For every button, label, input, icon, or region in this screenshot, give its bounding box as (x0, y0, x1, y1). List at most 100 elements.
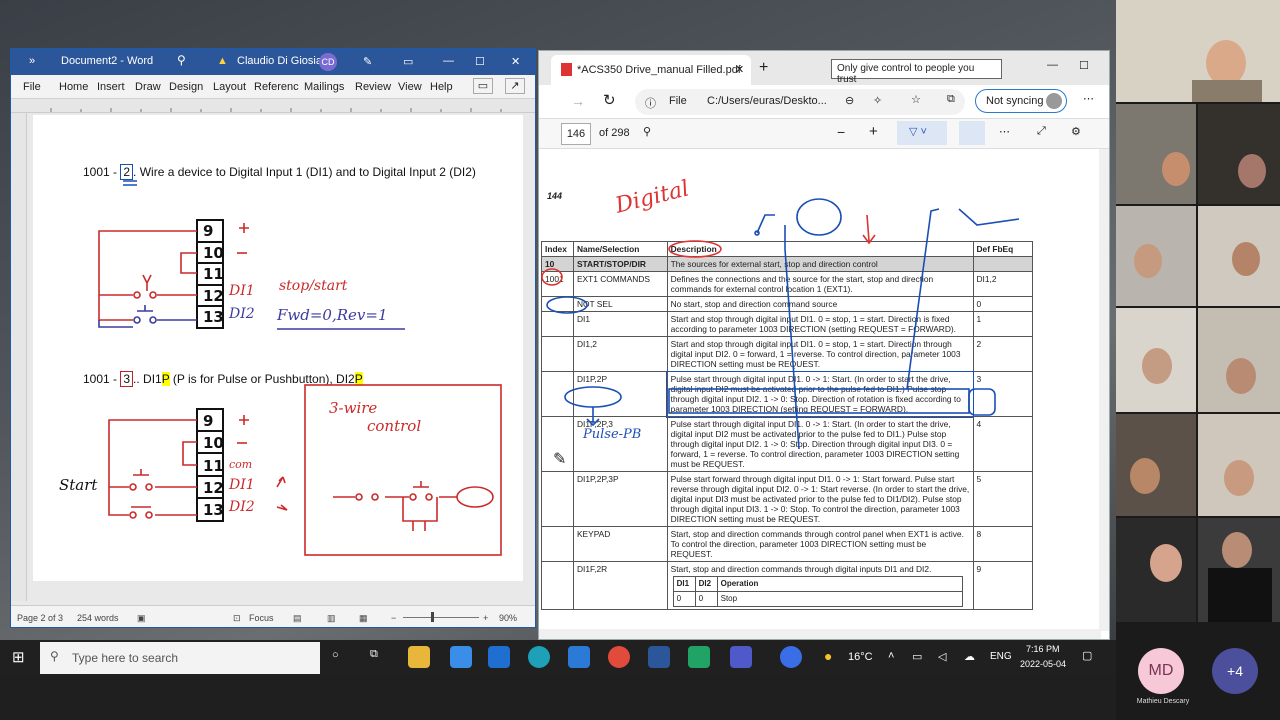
chrome-icon[interactable] (608, 646, 630, 668)
zoom-icon[interactable]: ⊖ (845, 94, 854, 107)
web-layout-icon[interactable]: ▦ (359, 613, 368, 624)
language-indicator[interactable]: ENG (990, 651, 1012, 662)
menu-references[interactable]: Referenc (254, 81, 299, 93)
page-input[interactable]: 146 (561, 123, 591, 145)
tooltip: Only give control to people you trust (831, 59, 1002, 85)
pdf-tab[interactable]: *ACS350 Drive_manual Filled.pdf ✕ (551, 55, 751, 85)
teams-icon[interactable] (730, 646, 752, 668)
menu-home[interactable]: Home (59, 81, 88, 93)
menu-insert[interactable]: Insert (97, 81, 125, 93)
video-tile-3[interactable] (1198, 104, 1280, 204)
task-view-icon[interactable]: ⧉ (370, 648, 378, 661)
clock-time[interactable]: 7:16 PM (1026, 644, 1060, 654)
avatar-md[interactable]: MD (1138, 648, 1184, 694)
expand-icon[interactable]: » (29, 55, 35, 67)
search-pdf-icon[interactable]: ⚲ (643, 125, 651, 138)
menu-view[interactable]: View (398, 81, 422, 93)
read-mode-icon[interactable]: ▤ (293, 613, 302, 624)
status-focus[interactable]: Focus (249, 613, 274, 623)
taskbar-search[interactable]: ⚲ Type here to search (40, 642, 320, 674)
zoom-slider-thumb[interactable] (431, 612, 434, 622)
search-icon[interactable]: ⚲ (177, 53, 186, 67)
video-tile-7[interactable] (1198, 308, 1280, 412)
horizontal-scrollbar[interactable] (539, 629, 1101, 639)
settings-icon[interactable]: ⚙ (1071, 125, 1081, 138)
menu-draw[interactable]: Draw (135, 81, 161, 93)
zoom-in-icon[interactable]: + (483, 613, 488, 623)
tab-close-icon[interactable]: ✕ (735, 63, 744, 76)
excel-icon[interactable] (688, 646, 710, 668)
menu-layout[interactable]: Layout (213, 81, 246, 93)
zoom-slider[interactable] (403, 617, 479, 618)
video-tile-2[interactable] (1116, 104, 1196, 204)
draw-tool-glyph: ▽ ˅ (909, 126, 927, 138)
print-layout-icon[interactable]: ▥ (327, 613, 336, 624)
windows-start-icon[interactable]: ⊞ (12, 648, 25, 666)
notification-icon[interactable]: ▢ (1082, 649, 1092, 662)
video-tile-11[interactable] (1198, 518, 1280, 622)
share-icon[interactable]: ↗ (505, 78, 525, 94)
weather-temp[interactable]: 16°C (848, 651, 873, 663)
user-name: Claudio Di Giosia (237, 55, 322, 67)
vscode-icon[interactable] (568, 646, 590, 668)
sync-button[interactable]: Not syncing (975, 89, 1067, 113)
minimize-icon-edge[interactable]: — (1047, 59, 1058, 71)
info-icon: ⓘ (645, 98, 656, 110)
favorites-icon[interactable]: ☆ (911, 93, 921, 106)
onedrive-icon[interactable]: ☁ (964, 650, 975, 663)
more-icon[interactable]: ⋯ (1083, 92, 1094, 105)
video-tile-5[interactable] (1198, 206, 1280, 306)
taskbar: ⊞ ⚲ Type here to search ○ ⧉ ● 16°C ˄ ▭ ◁… (0, 640, 1116, 676)
zoom-in-pdf-icon[interactable]: + (869, 123, 878, 140)
zoom-out-icon[interactable]: − (391, 613, 396, 623)
network-icon[interactable]: ▭ (912, 650, 922, 663)
store-icon[interactable] (450, 646, 472, 668)
video-tile-9[interactable] (1198, 414, 1280, 516)
file-explorer-icon[interactable] (408, 646, 430, 668)
collections-icon[interactable]: ⧉ (947, 93, 955, 106)
refresh-icon[interactable]: ↻ (603, 91, 616, 109)
menu-file[interactable]: File (23, 81, 41, 93)
participant-body (1208, 568, 1272, 622)
ink-drawings (98, 180, 502, 556)
menu-design[interactable]: Design (169, 81, 203, 93)
comment-icon[interactable]: ▭ (473, 78, 493, 94)
video-tile-8[interactable] (1116, 414, 1196, 516)
proofing-icon[interactable]: ▣ (137, 613, 146, 624)
dropbox-icon[interactable] (488, 646, 510, 668)
focus-icon[interactable]: ⊡ (233, 613, 241, 624)
maximize-icon-edge[interactable]: ☐ (1079, 59, 1089, 72)
video-tile-6[interactable] (1116, 308, 1196, 412)
terminal-13b: 13 (203, 501, 224, 520)
fit-icon[interactable]: ⤢ (1037, 125, 1046, 138)
close-icon[interactable]: ✕ (511, 55, 520, 68)
read-aloud-icon[interactable]: ✧ (873, 94, 882, 107)
more-pdf-icon[interactable]: ⋯ (999, 125, 1010, 138)
minimize-icon[interactable]: — (443, 55, 454, 67)
status-zoom[interactable]: 90% (499, 613, 517, 623)
zoom-out-pdf-icon[interactable]: − (837, 124, 845, 140)
menu-review[interactable]: Review (355, 81, 391, 93)
pen-icon[interactable]: ✎ (363, 55, 372, 68)
video-tile-10[interactable] (1116, 518, 1196, 622)
ribbon-display-icon[interactable]: ▭ (403, 55, 413, 68)
volume-icon[interactable]: ◁ (938, 650, 946, 663)
user-avatar[interactable]: CD (319, 53, 337, 71)
vertical-scrollbar[interactable] (1099, 149, 1109, 631)
maximize-icon[interactable]: ☐ (475, 55, 485, 68)
weather-icon[interactable]: ● (824, 648, 832, 664)
new-tab-icon[interactable]: + (759, 59, 768, 77)
touch-icon[interactable] (959, 121, 985, 145)
edge-icon[interactable] (528, 646, 550, 668)
clock-date[interactable]: 2022-05-04 (1020, 659, 1066, 669)
more-participants-button[interactable]: +4 (1212, 648, 1258, 694)
help-icon[interactable] (780, 646, 802, 668)
video-tile-1[interactable] (1116, 0, 1280, 102)
cortana-icon[interactable]: ○ (332, 649, 339, 661)
word-icon[interactable] (648, 646, 670, 668)
menu-mailings[interactable]: Mailings (304, 81, 344, 93)
video-tile-4[interactable] (1116, 206, 1196, 306)
tray-chevron-icon[interactable]: ˄ (888, 650, 894, 662)
forward-icon[interactable]: → (571, 93, 585, 109)
menu-help[interactable]: Help (430, 81, 453, 93)
